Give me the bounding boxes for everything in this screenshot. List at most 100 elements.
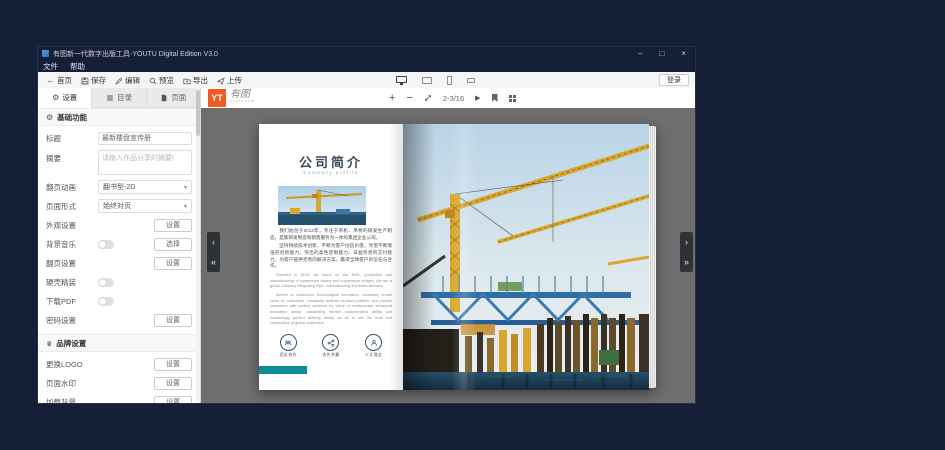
feature-label: 人才理念 xyxy=(365,353,382,358)
toggle-switch[interactable] xyxy=(98,240,114,249)
crown-icon: ♛ xyxy=(46,339,52,348)
page-stack-edge xyxy=(649,126,656,388)
tab-页面[interactable]: 页面 xyxy=(147,88,200,108)
zoom-in-button[interactable]: + xyxy=(389,93,395,104)
page-subtitle: Company profile xyxy=(259,170,403,175)
page-controls: + − 2-3/16 ▶ xyxy=(389,88,516,108)
toggle-switch[interactable] xyxy=(98,278,114,287)
minimize-button[interactable]: – xyxy=(638,47,642,60)
close-button[interactable]: × xyxy=(681,47,686,60)
row-control: 翻书型-2D▾ xyxy=(98,180,192,194)
settings-row: 下载PDF xyxy=(38,294,200,308)
settings-row: 页面水印设置 xyxy=(38,376,200,390)
zoom-out-button[interactable]: − xyxy=(406,93,412,104)
first-page-icon[interactable]: « xyxy=(211,258,216,267)
toolbar-保存-button[interactable]: 保存 xyxy=(81,75,106,86)
team-icon xyxy=(280,334,297,351)
preview-toolbar: YT 有图 youtu.com + − 2-3/16 ▶ xyxy=(201,88,695,109)
sidebar-scrollbar[interactable] xyxy=(196,88,200,403)
paragraph-cn: 坚持持续技术创新，不断为客户创造价值，凭借不断增强的创新能力、突出的柔性定制能力… xyxy=(270,243,392,270)
row-action-button[interactable]: 设置 xyxy=(154,257,192,270)
row-control: 设置 xyxy=(98,377,192,390)
window-title: 有图新一代数字出版工具-YOUTU Digital Edition V3.0 xyxy=(53,49,218,59)
back-icon: ← xyxy=(46,76,55,85)
bookmark-icon[interactable] xyxy=(492,94,498,102)
scrollbar-thumb[interactable] xyxy=(196,90,200,136)
settings-row: 硬壳精装 xyxy=(38,275,200,289)
save-icon xyxy=(81,75,89,84)
dropdown-select[interactable]: 始终对页▾ xyxy=(98,199,192,213)
login-button[interactable]: 登录 xyxy=(659,74,689,86)
phone-icon[interactable] xyxy=(447,76,452,85)
row-control xyxy=(98,297,192,306)
selected-value: 始终对页 xyxy=(103,201,131,211)
menu-item-1[interactable]: 帮助 xyxy=(70,61,85,72)
teal-accent-bar xyxy=(259,366,307,374)
settings-panel: ⚙基础功能标题摘要翻页动画翻书型-2D▾页面形式始终对页▾外观设置设置背景音乐选… xyxy=(38,108,200,403)
toolbar-label: 保存 xyxy=(91,75,106,86)
row-control: 选择 xyxy=(98,238,192,251)
brand-block: 有图 youtu.com xyxy=(230,90,255,104)
toolbar-上传-button[interactable]: 上传 xyxy=(217,75,242,86)
row-action-button[interactable]: 选择 xyxy=(154,238,192,251)
upload-icon xyxy=(217,75,225,84)
summary-textarea[interactable] xyxy=(98,150,192,175)
toggle-switch[interactable] xyxy=(98,297,114,306)
export-icon xyxy=(183,75,191,84)
toolbar-导出-button[interactable]: 导出 xyxy=(183,75,208,86)
row-label: 密码设置 xyxy=(46,315,98,326)
left-page[interactable]: 公司简介 Company profile xyxy=(259,124,403,390)
dropdown-select[interactable]: 翻书型-2D▾ xyxy=(98,180,192,194)
paragraph-en: Founded in 2013, we focus on the R&D, pr… xyxy=(270,273,392,290)
construction-photo xyxy=(403,124,649,390)
settings-row: 页面形式始终对页▾ xyxy=(38,199,200,213)
menu-item-0[interactable]: 文件 xyxy=(43,61,58,72)
autoplay-icon[interactable]: ▶ xyxy=(475,94,480,102)
toolbar-预览-button[interactable]: 预览 xyxy=(149,75,174,86)
row-label: 翻页设置 xyxy=(46,258,98,269)
page-title: 公司简介 xyxy=(259,152,403,171)
settings-sidebar: ⚙设置目录页面 ⚙基础功能标题摘要翻页动画翻书型-2D▾页面形式始终对页▾外观设… xyxy=(38,88,201,403)
mini-icon[interactable] xyxy=(467,78,475,83)
right-page[interactable] xyxy=(403,124,649,390)
selected-value: 翻书型-2D xyxy=(103,182,135,192)
main-toolbar: ←首页 保存 编辑预览导出上传 登录 xyxy=(38,72,695,89)
toolbar-编辑-button[interactable]: 编辑 xyxy=(115,75,140,86)
chevron-right-icon[interactable]: › xyxy=(685,238,688,247)
text-input[interactable] xyxy=(98,132,192,145)
chevron-left-icon[interactable]: ‹ xyxy=(212,238,215,247)
row-action-button[interactable]: 设置 xyxy=(154,396,192,404)
preview-area: YT 有图 youtu.com + − 2-3/16 ▶ xyxy=(201,88,695,403)
row-label: 页面形式 xyxy=(46,201,98,212)
prev-page-nav[interactable]: ‹ « xyxy=(207,232,220,272)
page-indicator: 2-3/16 xyxy=(443,94,464,103)
settings-row: 密码设置 设置 xyxy=(38,313,200,327)
maximize-button[interactable]: □ xyxy=(659,47,664,60)
row-label: 标题 xyxy=(46,133,98,144)
flipbook-canvas: 公司简介 Company profile xyxy=(201,108,695,403)
row-control xyxy=(98,132,192,145)
toolbar-首页-button[interactable]: ←首页 xyxy=(46,75,72,86)
section-title: 品牌设置 xyxy=(56,338,86,349)
row-action-button[interactable]: 设置 xyxy=(154,377,192,390)
page-icon xyxy=(160,93,168,102)
desktop-icon[interactable] xyxy=(396,76,407,83)
settings-row: 外观设置设置 xyxy=(38,218,200,232)
row-label: 翻页动画 xyxy=(46,182,98,193)
next-page-nav[interactable]: › » xyxy=(680,232,693,272)
toolbar-label: 首页 xyxy=(57,75,72,86)
brand-domain: youtu.com xyxy=(230,100,255,104)
tab-设置[interactable]: ⚙设置 xyxy=(38,88,92,108)
thumbnails-grid-icon[interactable] xyxy=(509,95,516,102)
row-action-button[interactable]: 设置 xyxy=(154,219,192,232)
last-page-icon[interactable]: » xyxy=(684,258,689,267)
row-action-button[interactable]: 设置 xyxy=(154,314,192,327)
tab-目录[interactable]: 目录 xyxy=(92,88,146,108)
row-label: 加载背景 xyxy=(46,397,98,404)
tablet-icon[interactable] xyxy=(422,77,432,84)
row-action-button[interactable]: 设置 xyxy=(154,358,192,371)
fullscreen-icon[interactable] xyxy=(424,94,432,102)
row-label: 摘要 xyxy=(46,150,98,164)
toolbar-label: 编辑 xyxy=(125,75,140,86)
row-control xyxy=(98,278,192,287)
